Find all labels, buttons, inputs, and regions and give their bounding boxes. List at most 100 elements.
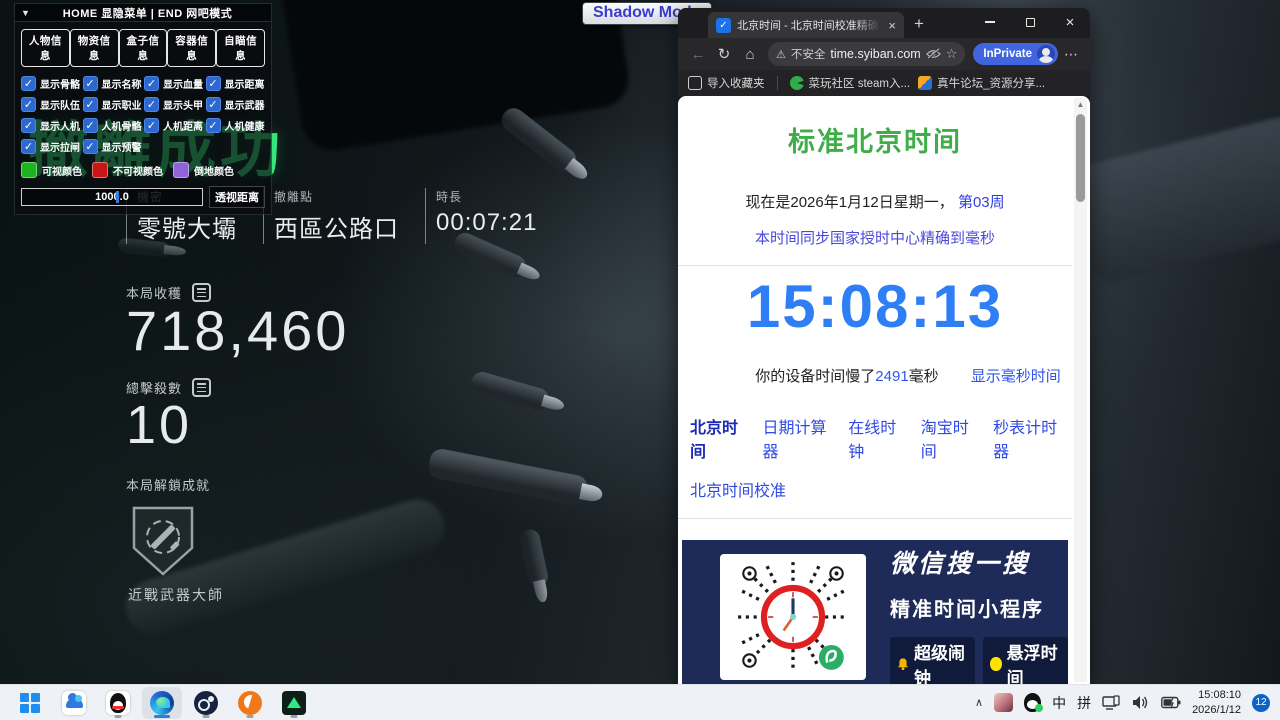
checkbox-show-name[interactable]: 显示名称	[83, 76, 143, 91]
volume-icon[interactable]	[1132, 695, 1150, 710]
taskbar-accelerator-app[interactable]	[274, 687, 314, 719]
checkbox-checked-icon[interactable]	[21, 118, 36, 133]
start-button[interactable]	[10, 687, 50, 719]
nav-time-calibration[interactable]: 北京时间校准	[678, 477, 1072, 501]
menu-header[interactable]: ▼ HOME 显隐菜单 | END 网吧模式	[15, 4, 271, 22]
checkbox-show-weapon[interactable]: 显示武器	[206, 97, 266, 112]
browser-toolbar: ← ↻ ⌂ ⚠ 不安全 time.syiban.com ☆ InPrivate …	[678, 38, 1090, 70]
qr-banner-text: 微信搜一搜 精准时间小程序 超级闹钟	[890, 544, 1068, 685]
checkbox-checked-icon[interactable]	[206, 76, 221, 91]
slider-thumb[interactable]	[116, 191, 119, 203]
battery-icon[interactable]	[1161, 696, 1181, 709]
browser-tab[interactable]: 北京时间 - 北京时间校准精确到毫 ×	[708, 12, 904, 38]
notification-count-badge[interactable]: 12	[1252, 694, 1270, 712]
tray-clock[interactable]: 15:08:10 2026/1/12	[1192, 688, 1241, 717]
checkbox-checked-icon[interactable]	[144, 97, 159, 112]
bookmark-caiwan[interactable]: 菜玩社区 steam入...	[790, 75, 911, 91]
taskbar-edge-app[interactable]	[142, 687, 182, 719]
scroll-up-arrow[interactable]: ▲	[1074, 98, 1087, 109]
tab-box-info[interactable]: 盒子信息	[119, 29, 168, 67]
wechat-qr-banner[interactable]: 微信搜一搜 精准时间小程序 超级闹钟	[682, 540, 1068, 684]
checkbox-checked-icon[interactable]	[83, 76, 98, 91]
checkbox-checked-icon[interactable]	[21, 97, 36, 112]
checkbox-checked-icon[interactable]	[83, 139, 98, 154]
sync-link[interactable]: 本时间同步国家授时中心精确到毫秒	[678, 227, 1072, 248]
invisible-color-setting[interactable]: 不可视颜色	[92, 162, 163, 178]
cast-device-icon[interactable]	[1102, 695, 1121, 711]
tab-aimbot-info[interactable]: 自瞄信息	[216, 29, 265, 67]
checkbox-checked-icon[interactable]	[144, 76, 159, 91]
downed-color-setting[interactable]: 倒地颜色	[173, 162, 234, 178]
show-ms-link[interactable]: 显示毫秒时间	[971, 365, 1061, 386]
checkbox-show-bones[interactable]: 显示骨骼	[21, 76, 81, 91]
esp-distance-slider[interactable]: 1000.0	[21, 188, 203, 206]
collapse-icon[interactable]: ▼	[21, 8, 30, 18]
checkbox-bot-health[interactable]: 人机健康	[206, 118, 266, 133]
green-triangle-icon	[282, 691, 306, 715]
taskbar-cloud-app[interactable]	[54, 687, 94, 719]
taskbar-booster-app[interactable]	[230, 687, 270, 719]
checkbox-show-warning[interactable]: 显示预警	[83, 139, 143, 154]
checkbox-checked-icon[interactable]	[206, 97, 221, 112]
inprivate-badge[interactable]: InPrivate	[973, 43, 1058, 65]
visible-color-setting[interactable]: 可视颜色	[21, 162, 82, 178]
bookmark-zhenniu[interactable]: 真牛论坛_资源分享...	[918, 75, 1045, 91]
invisible-color-swatch[interactable]	[92, 162, 108, 178]
tray-date: 2026/1/12	[1192, 703, 1241, 717]
import-favorites-button[interactable]: 导入收藏夹	[688, 75, 765, 91]
checkbox-show-bots[interactable]: 显示人机	[21, 118, 81, 133]
media-eye-off-icon[interactable]	[926, 48, 941, 60]
downed-color-swatch[interactable]	[173, 162, 189, 178]
taskbar-steam-app[interactable]	[186, 687, 226, 719]
favorite-star-icon[interactable]: ☆	[946, 46, 958, 62]
ime-language-indicator[interactable]: 中	[1052, 693, 1066, 713]
settings-more-icon[interactable]: ⋯	[1060, 46, 1082, 63]
nav-online-clock[interactable]: 在线时钟	[848, 414, 901, 462]
import-folder-icon	[688, 76, 702, 90]
checkbox-show-class[interactable]: 显示职业	[83, 97, 143, 112]
checkbox-checked-icon[interactable]	[21, 139, 36, 154]
tab-character-info[interactable]: 人物信息	[21, 29, 70, 67]
taskbar-qq-app[interactable]	[98, 687, 138, 719]
url-text[interactable]: time.syiban.com	[830, 47, 920, 61]
harvest-value: 718,460	[126, 302, 349, 361]
checkbox-bot-bones[interactable]: 人机骨骼	[83, 118, 143, 133]
details-list-icon[interactable]	[192, 378, 211, 397]
home-icon[interactable]: ⌂	[738, 46, 762, 63]
new-tab-button[interactable]: +	[914, 14, 924, 34]
close-button[interactable]: ×	[1050, 8, 1090, 36]
checkbox-checked-icon[interactable]	[21, 76, 36, 91]
refresh-icon[interactable]: ↻	[712, 45, 736, 63]
checkbox-checked-icon[interactable]	[83, 97, 98, 112]
checkbox-show-distance[interactable]: 显示距离	[206, 76, 266, 91]
checkbox-checked-icon[interactable]	[144, 118, 159, 133]
nav-stopwatch[interactable]: 秒表计时器	[993, 414, 1060, 462]
maximize-button[interactable]	[1010, 8, 1050, 36]
offset-ms-value: 2491	[875, 368, 908, 385]
checkbox-show-bolt[interactable]: 显示拉闸	[21, 139, 81, 154]
visible-color-swatch[interactable]	[21, 162, 37, 178]
tray-qq-icon[interactable]	[1024, 693, 1041, 712]
tab-loot-info[interactable]: 物资信息	[70, 29, 119, 67]
address-bar[interactable]: ⚠ 不安全 time.syiban.com ☆	[768, 42, 965, 66]
nav-beijing-time[interactable]: 北京时间	[690, 414, 743, 462]
page-scrollbar[interactable]: ▲	[1074, 98, 1087, 682]
tab-close-icon[interactable]: ×	[886, 18, 898, 33]
checkbox-checked-icon[interactable]	[83, 118, 98, 133]
scrollbar-thumb[interactable]	[1076, 114, 1085, 202]
minimize-button[interactable]	[970, 8, 1010, 36]
checkbox-show-health[interactable]: 显示血量	[144, 76, 204, 91]
qr-code	[720, 554, 866, 680]
tab-container-info[interactable]: 容器信息	[167, 29, 216, 67]
checkbox-bot-distance[interactable]: 人机距离	[144, 118, 204, 133]
back-icon[interactable]: ←	[686, 46, 710, 63]
tray-overflow-chevron[interactable]: ∧	[975, 696, 983, 709]
nav-date-calculator[interactable]: 日期计算器	[762, 414, 829, 462]
tray-avatar-icon[interactable]	[994, 693, 1013, 712]
ime-mode-indicator[interactable]: 拼	[1077, 693, 1091, 713]
nav-taobao-time[interactable]: 淘宝时间	[921, 414, 974, 462]
checkbox-show-team[interactable]: 显示队伍	[21, 97, 81, 112]
checkbox-checked-icon[interactable]	[206, 118, 221, 133]
week-link[interactable]: 第03周	[958, 194, 1005, 211]
checkbox-show-armor[interactable]: 显示头甲	[144, 97, 204, 112]
